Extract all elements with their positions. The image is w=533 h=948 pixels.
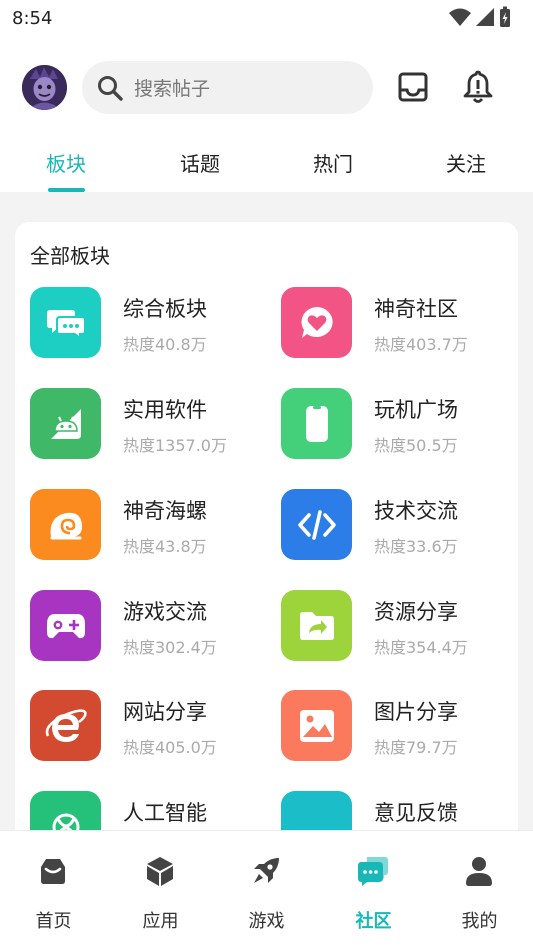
home-box-icon xyxy=(41,859,65,884)
search-icon xyxy=(98,75,123,101)
gamepad-icon xyxy=(30,590,101,661)
board-item[interactable]: 游戏交流 热度302.4万 xyxy=(30,590,270,662)
nav-label: 游戏 xyxy=(248,911,285,932)
board-item[interactable]: 神奇社区 热度403.7万 xyxy=(281,287,518,359)
shell-icon xyxy=(30,489,101,560)
heart-bubble-icon xyxy=(281,287,352,358)
nav-home[interactable]: 首页 xyxy=(0,831,107,948)
board-name: 意见反馈 xyxy=(374,801,458,825)
board-heat: 热度405.0万 xyxy=(123,738,217,757)
tab-following[interactable]: 关注 xyxy=(406,148,526,177)
board-heat: 热度403.7万 xyxy=(374,335,468,354)
android-icon xyxy=(30,388,101,459)
tab-boards[interactable]: 板块 xyxy=(6,148,126,177)
avatar[interactable] xyxy=(22,65,67,110)
status-icons xyxy=(449,6,511,28)
board-name: 网站分享 xyxy=(123,700,207,724)
board-name: 玩机广场 xyxy=(374,398,458,422)
nav-label: 社区 xyxy=(355,911,392,932)
board-heat: 热度43.8万 xyxy=(123,537,207,556)
nav-profile[interactable]: 我的 xyxy=(426,831,533,948)
search-placeholder: 搜索帖子 xyxy=(134,78,211,100)
browser-e-icon xyxy=(30,690,101,761)
board-item[interactable]: 实用软件 热度1357.0万 xyxy=(30,388,270,460)
bottom-navigation: 首页 应用 游戏 社区 我的 xyxy=(0,830,533,948)
top-bar: 8:54 搜索帖子 板块 话题 热门 关注 xyxy=(0,0,533,192)
board-name: 实用软件 xyxy=(123,398,207,422)
chat-bubbles-icon xyxy=(30,287,101,358)
board-name: 技术交流 xyxy=(374,499,458,523)
person-icon xyxy=(466,857,492,886)
inbox-icon[interactable] xyxy=(397,71,429,103)
board-name: 游戏交流 xyxy=(123,600,207,624)
community-chat-icon xyxy=(358,857,388,886)
nav-community[interactable]: 社区 xyxy=(320,831,427,948)
cube-icon xyxy=(147,857,173,886)
board-heat: 热度40.8万 xyxy=(123,335,207,354)
board-name: 资源分享 xyxy=(374,600,458,624)
nav-games[interactable]: 游戏 xyxy=(213,831,320,948)
code-icon xyxy=(281,489,352,560)
board-heat: 热度354.4万 xyxy=(374,638,468,657)
tab-active-indicator xyxy=(48,188,85,192)
board-item[interactable]: 玩机广场 热度50.5万 xyxy=(281,388,518,460)
battery-icon xyxy=(500,6,510,27)
tab-hot[interactable]: 热门 xyxy=(273,148,393,177)
board-name: 神奇海螺 xyxy=(123,499,207,523)
board-name: 综合板块 xyxy=(123,297,207,321)
notification-bell-icon[interactable] xyxy=(462,70,494,104)
board-item[interactable]: 技术交流 热度33.6万 xyxy=(281,489,518,561)
search-input[interactable]: 搜索帖子 xyxy=(82,61,373,114)
board-item[interactable]: 资源分享 热度354.4万 xyxy=(281,590,518,662)
phone-icon xyxy=(281,388,352,459)
status-time: 8:54 xyxy=(12,8,53,29)
nav-label: 首页 xyxy=(35,911,72,932)
nav-label: 应用 xyxy=(142,911,179,932)
board-heat: 热度50.5万 xyxy=(374,436,458,455)
board-item[interactable]: 综合板块 热度40.8万 xyxy=(30,287,270,359)
image-icon xyxy=(281,690,352,761)
wifi-icon xyxy=(449,8,471,26)
section-tabs: 板块 话题 热门 关注 xyxy=(0,148,533,192)
board-heat: 热度33.6万 xyxy=(374,537,458,556)
folder-share-icon xyxy=(281,590,352,661)
rocket-icon xyxy=(254,858,279,883)
board-item[interactable]: 网站分享 热度405.0万 xyxy=(30,690,270,762)
signal-icon xyxy=(476,8,494,26)
board-item[interactable]: 神奇海螺 热度43.8万 xyxy=(30,489,270,561)
board-heat: 热度79.7万 xyxy=(374,738,458,757)
tab-topics[interactable]: 话题 xyxy=(140,148,260,177)
board-heat: 热度1357.0万 xyxy=(123,436,227,455)
board-item[interactable]: 图片分享 热度79.7万 xyxy=(281,690,518,762)
board-name: 神奇社区 xyxy=(374,297,458,321)
board-name: 人工智能 xyxy=(123,801,207,825)
all-boards-card: 全部板块 综合板块 热度40.8万 神奇社区 热度403.7万 实用软件 热度1… xyxy=(15,222,518,862)
avatar-image xyxy=(22,65,67,110)
nav-label: 我的 xyxy=(461,911,498,932)
card-title: 全部板块 xyxy=(30,244,110,268)
board-name: 图片分享 xyxy=(374,700,458,724)
nav-apps[interactable]: 应用 xyxy=(107,831,214,948)
board-heat: 热度302.4万 xyxy=(123,638,217,657)
